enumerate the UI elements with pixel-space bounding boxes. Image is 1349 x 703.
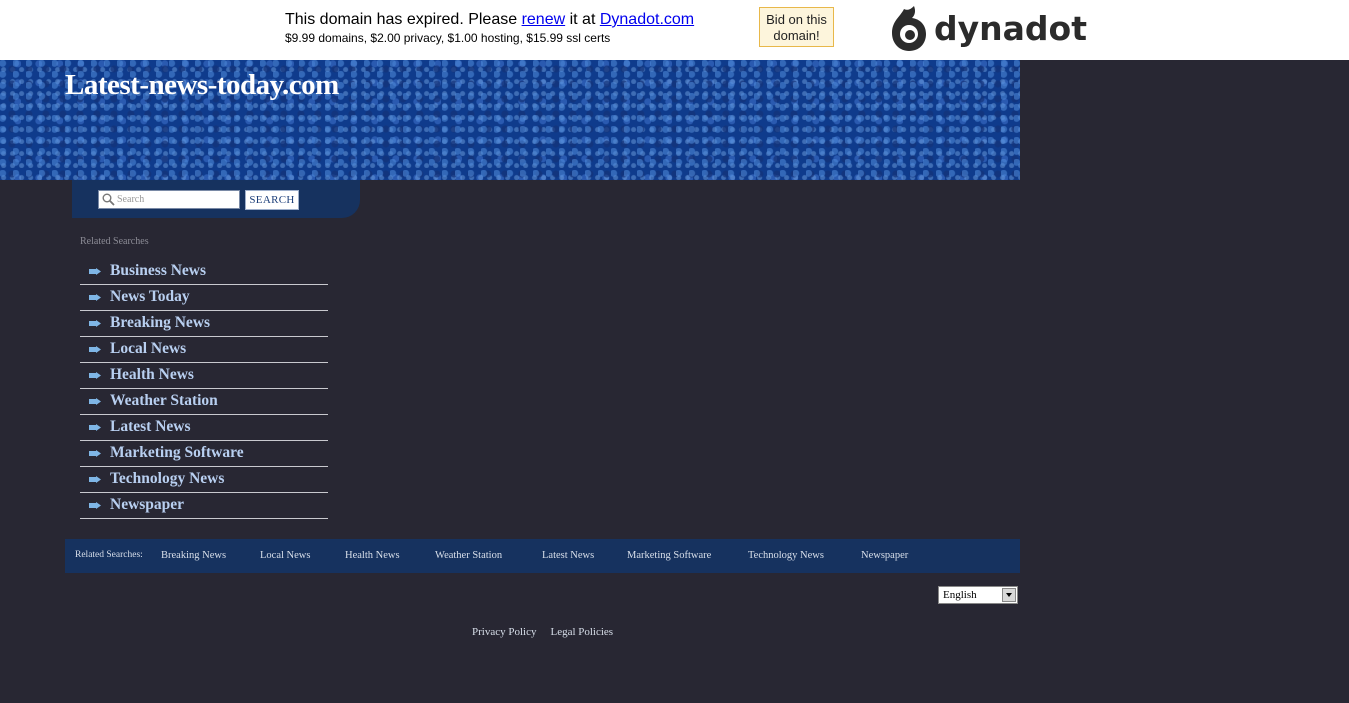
list-item: Health News — [80, 363, 328, 389]
list-item: Weather Station — [80, 389, 328, 415]
language-select[interactable]: English — [938, 586, 1018, 604]
related-searches-label: Related Searches — [80, 236, 149, 247]
privacy-policy-link[interactable]: Privacy Policy — [472, 626, 536, 638]
bottom-link-health-news[interactable]: Health News — [345, 550, 400, 561]
arrow-icon — [89, 476, 101, 483]
list-item: Latest News — [80, 415, 328, 441]
arrow-icon — [89, 320, 101, 327]
related-link-health-news[interactable]: Health News — [110, 366, 194, 384]
related-link-latest-news[interactable]: Latest News — [110, 418, 191, 436]
search-icon — [102, 193, 115, 206]
list-item: Technology News — [80, 467, 328, 493]
dynadot-link[interactable]: Dynadot.com — [600, 11, 694, 28]
list-item: Marketing Software — [80, 441, 328, 467]
arrow-icon — [89, 268, 101, 275]
bottom-link-latest-news[interactable]: Latest News — [542, 550, 594, 561]
expired-domain-banner: This domain has expired. Please renew it… — [0, 0, 1349, 60]
search-field[interactable] — [98, 190, 240, 209]
language-select-value: English — [943, 589, 977, 601]
list-item: Newspaper — [80, 493, 328, 519]
arrow-icon — [89, 502, 101, 509]
related-link-marketing-software[interactable]: Marketing Software — [110, 444, 244, 462]
bottom-link-marketing-software[interactable]: Marketing Software — [627, 550, 711, 561]
arrow-icon — [89, 372, 101, 379]
price-list: $9.99 domains, $2.00 privacy, $1.00 host… — [285, 31, 611, 45]
site-title[interactable]: Latest-news-today.com — [65, 69, 339, 102]
arrow-icon — [89, 346, 101, 353]
site-header: Latest-news-today.com — [0, 60, 1020, 180]
list-item: Breaking News — [80, 311, 328, 337]
related-link-local-news[interactable]: Local News — [110, 340, 186, 358]
list-item: Business News — [80, 259, 328, 285]
related-searches-list: Business News News Today Breaking News L… — [80, 259, 328, 519]
search-input[interactable] — [117, 192, 235, 206]
bottom-link-technology-news[interactable]: Technology News — [748, 550, 824, 561]
related-link-newspaper[interactable]: Newspaper — [110, 496, 184, 514]
list-item: News Today — [80, 285, 328, 311]
expired-notice-prefix: This domain has expired. Please — [285, 11, 522, 28]
bottom-link-newspaper[interactable]: Newspaper — [861, 550, 908, 561]
list-item: Local News — [80, 337, 328, 363]
bid-on-domain-button[interactable]: Bid on this domain! — [759, 7, 834, 47]
bottom-link-breaking-news[interactable]: Breaking News — [161, 550, 226, 561]
bottom-link-weather-station[interactable]: Weather Station — [435, 550, 502, 561]
related-link-business-news[interactable]: Business News — [110, 262, 206, 280]
search-box: SEARCH — [72, 180, 360, 218]
expired-notice-mid: it at — [565, 11, 600, 28]
arrow-icon — [89, 450, 101, 457]
bottom-related-bar: Related Searches: Breaking News Local Ne… — [65, 539, 1020, 573]
dynadot-logo-icon — [892, 6, 926, 51]
renew-link[interactable]: renew — [522, 11, 566, 28]
chevron-down-icon[interactable] — [1002, 588, 1016, 602]
footer-links: Privacy Policy Legal Policies — [472, 622, 623, 640]
dynadot-logo-text: dynadot — [934, 9, 1087, 48]
related-link-technology-news[interactable]: Technology News — [110, 470, 224, 488]
arrow-icon — [89, 398, 101, 405]
related-link-breaking-news[interactable]: Breaking News — [110, 314, 210, 332]
dynadot-logo[interactable]: dynadot — [890, 5, 1087, 53]
expired-notice: This domain has expired. Please renew it… — [285, 11, 694, 29]
arrow-icon — [89, 294, 101, 301]
legal-policies-link[interactable]: Legal Policies — [550, 626, 613, 638]
search-button[interactable]: SEARCH — [245, 190, 299, 210]
bottom-related-label: Related Searches: — [75, 550, 143, 560]
related-link-weather-station[interactable]: Weather Station — [110, 392, 218, 410]
arrow-icon — [89, 424, 101, 431]
bottom-link-local-news[interactable]: Local News — [260, 550, 310, 561]
related-link-news-today[interactable]: News Today — [110, 288, 190, 306]
